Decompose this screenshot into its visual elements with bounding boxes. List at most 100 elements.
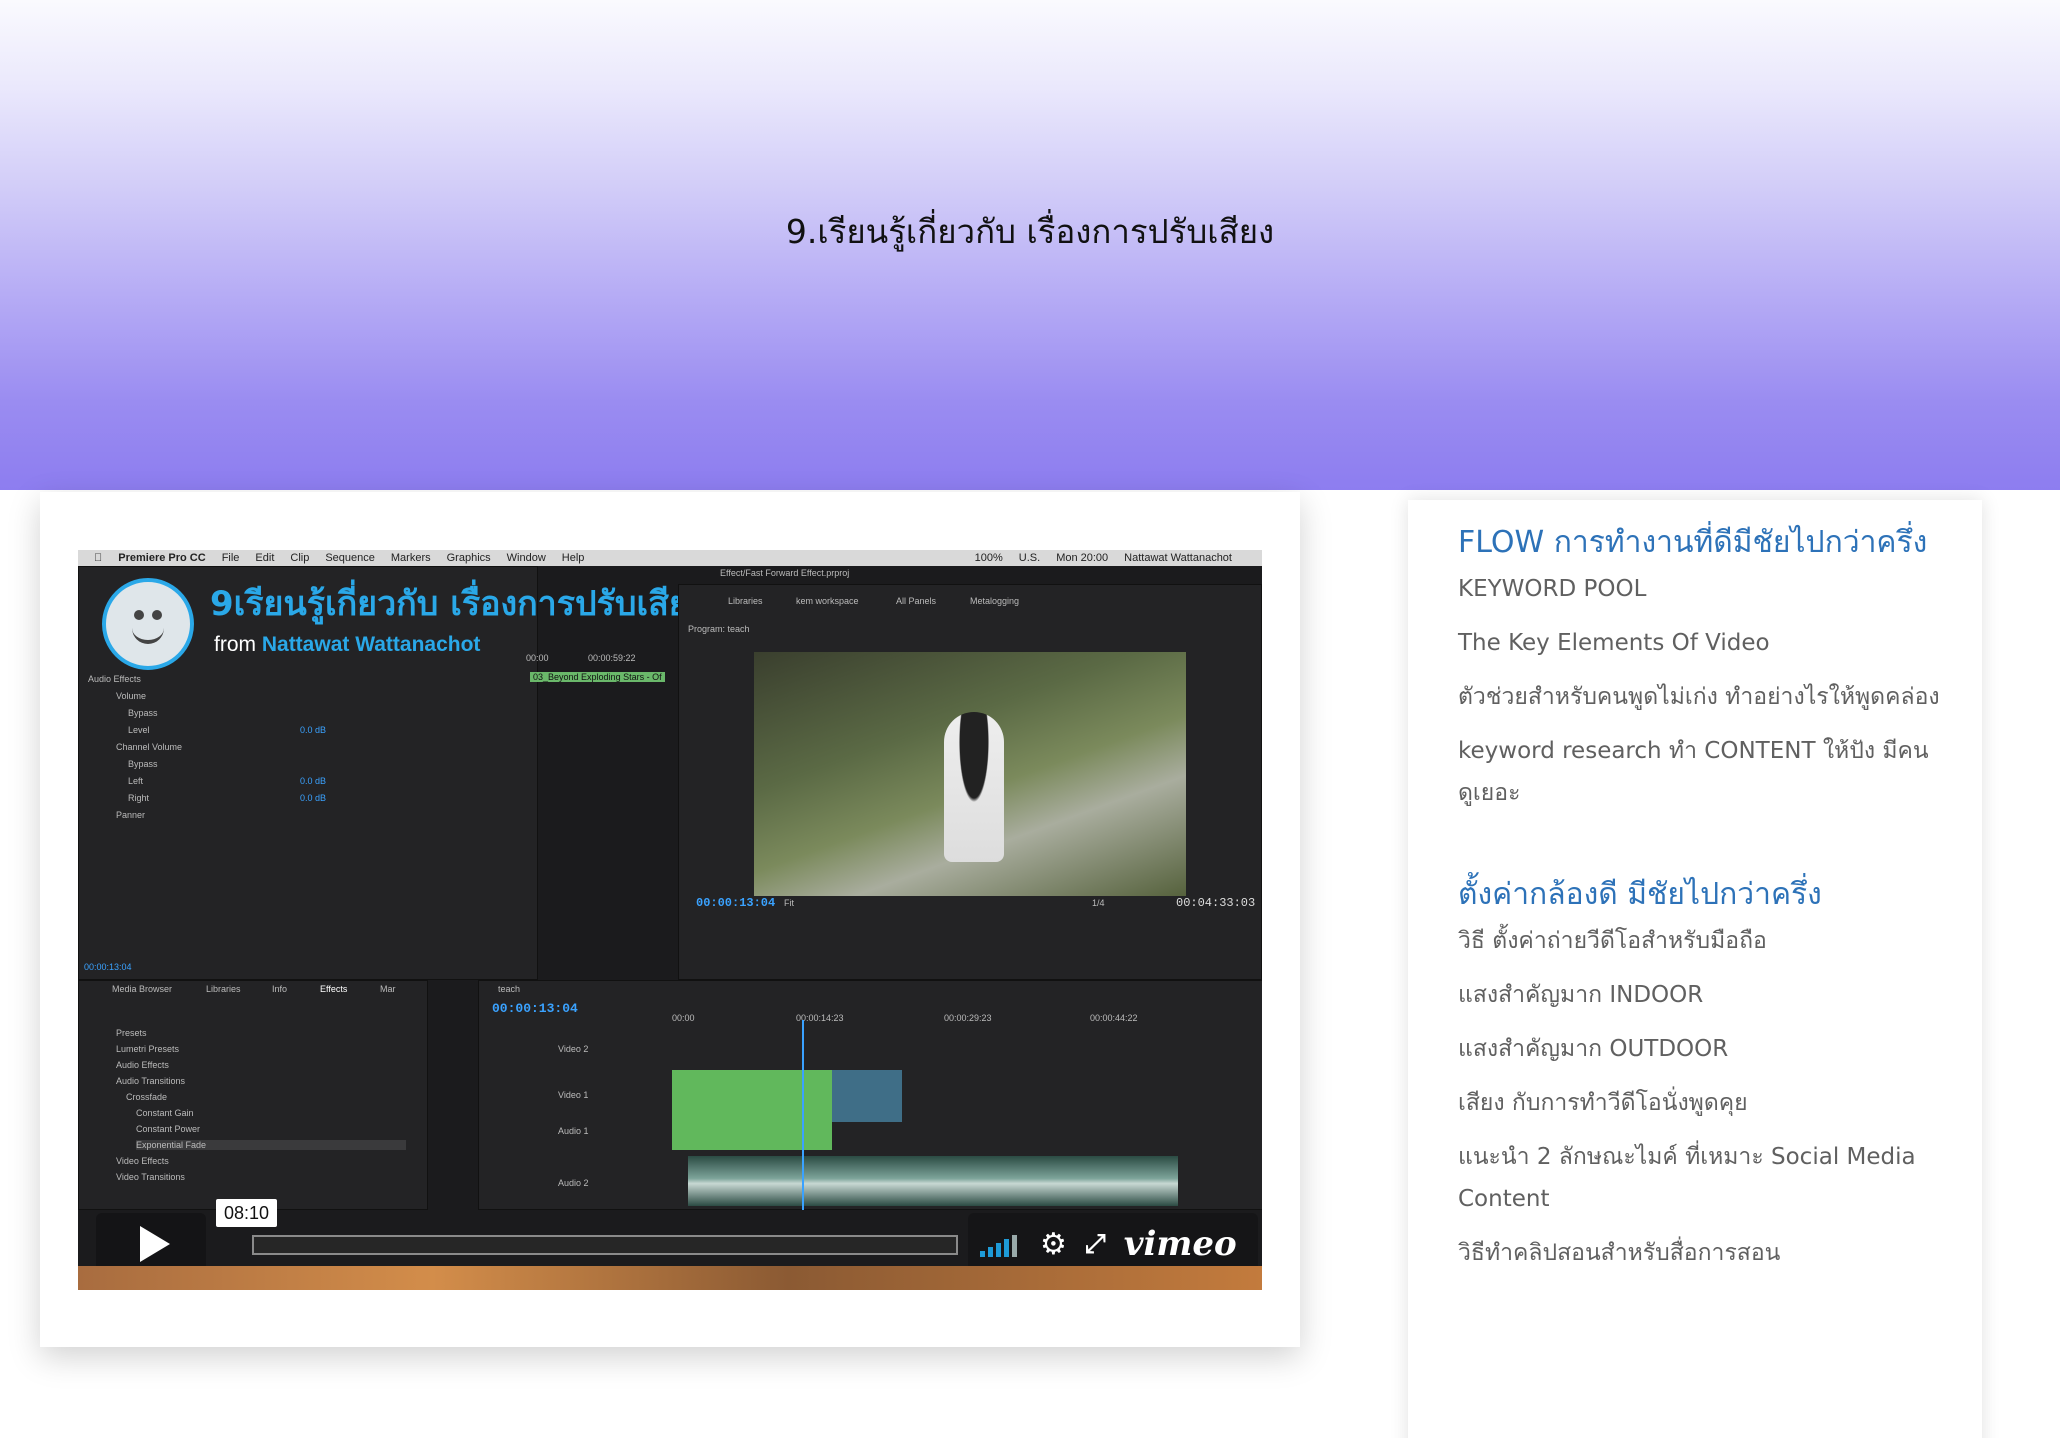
audio-effects-label: Audio Effects [88,674,141,684]
hero-banner: 9.เรียนรู้เกี่ยวกับ เรื่องการปรับเสียง [0,0,2060,490]
workspace-tab-kem: kem workspace [796,596,859,606]
tree-constant-gain: Constant Gain [136,1108,194,1118]
mac-dock [78,1266,1262,1290]
menu-window: Window [498,552,546,564]
list-item[interactable]: วิธีทำคลิปสอนสำหรับสื่อการสอน [1458,1232,1942,1274]
sidebar: FLOW การทำงานที่ดีมีชัยไปกว่าครึ่ง KEYWO… [1408,500,1982,1438]
menu-app-name: Premiere Pro CC [110,552,205,564]
tree-crossfade: Crossfade [126,1092,168,1102]
right-label: Right [128,793,150,803]
tree-presets: Presets [116,1028,147,1038]
fit-dropdown: Fit [784,898,794,908]
video-card:  Premiere Pro CC File Edit Clip Sequenc… [40,492,1300,1347]
volume-icon[interactable] [980,1231,1020,1257]
section-heading-camera[interactable]: ตั้งค่ากล้องดี มีชัยไปกว่าครึ่ง [1458,874,1942,916]
program-label: Program: teach [688,624,750,634]
program-video-frame [754,652,1186,896]
tree-lumetri: Lumetri Presets [116,1044,180,1054]
vimeo-logo[interactable]: vimeo [1124,1224,1237,1264]
tab-libraries: Libraries [206,984,241,994]
workspace-tab-libraries: Libraries [728,596,763,606]
play-icon [140,1226,170,1262]
tab-info: Info [272,984,288,994]
list-item[interactable]: ตัวช่วยสำหรับคนพูดไม่เก่ง ทำอย่างไรให้พู… [1458,676,1942,718]
source-start-tc: 00:00 [526,653,549,663]
ruler-2: 00:00:29:23 [944,1013,992,1023]
section-heading-flow[interactable]: FLOW การทำงานที่ดีมีชัยไปกว่าครึ่ง [1458,522,1942,564]
menu-edit: Edit [247,552,274,564]
video-overlay-title: 9เรียนรู้เกี่ยวกับ เรื่องการปรับเสียง [210,584,706,624]
tab-media-browser: Media Browser [112,984,173,994]
menu-graphics: Graphics [438,552,491,564]
clip-label: 03_Beyond Exploding Stars - Of [530,672,665,682]
bypass-label-2: Bypass [128,759,158,769]
list-item[interactable]: แสงสำคัญมาก OUTDOOR [1458,1028,1942,1070]
tab-markers: Mar [380,984,396,994]
menu-sequence: Sequence [317,552,375,564]
source-end-tc: 00:00:59:22 [588,653,636,663]
track-video-2: Video 2 [558,1044,589,1054]
channel-volume-label: Channel Volume [116,742,183,752]
left-db: 0.0 dB [300,776,327,786]
user-name: Nattawat Wattanachot [1124,552,1232,564]
duration-badge: 08:10 [216,1199,278,1227]
keyboard-layout: U.S. [1018,552,1041,564]
track-video-1: Video 1 [558,1090,589,1100]
menu-file: File [213,552,240,564]
scale-dropdown: 1/4 [1092,898,1105,908]
list-item[interactable]: วิธี ตั้งค่าถ่ายวีดีโอสำหรับมือถือ [1458,920,1942,962]
workspace-tab-metalogging: Metalogging [970,596,1020,606]
tree-video-transitions: Video Transitions [116,1172,185,1182]
menu-markers: Markers [382,552,431,564]
ruler-0: 00:00 [672,1013,695,1023]
video-clip-2[interactable] [832,1070,902,1122]
program-timecode: 00:00:13:04 [696,896,776,910]
ruler-3: 00:00:44:22 [1090,1013,1138,1023]
tree-audio-transitions: Audio Transitions [116,1076,186,1086]
fullscreen-icon[interactable]: ⤢ [1085,1229,1106,1260]
video-byline: from Nattawat Wattanachot [214,633,480,657]
apple-icon:  [94,552,102,564]
timeline-tab: teach [498,984,521,994]
volume-label: Volume [116,691,147,701]
mac-menu-bar:  Premiere Pro CC File Edit Clip Sequenc… [78,550,1262,566]
list-item[interactable]: keyword research ทำ CONTENT ให้ปัง มีคนด… [1458,730,1942,814]
progress-bar[interactable] [252,1235,958,1255]
panner-label: Panner [116,810,146,820]
list-item[interactable]: แนะนำ 2 ลักษณะไมค์ ที่เหมาะ Social Media… [1458,1136,1942,1220]
page-title: 9.เรียนรู้เกี่ยวกับ เรื่องการปรับเสียง [785,212,1275,251]
tree-constant-power: Constant Power [136,1124,201,1134]
menu-help: Help [553,552,585,564]
playhead[interactable] [802,1020,804,1210]
level-db: 0.0 dB [300,725,327,735]
list-item[interactable]: KEYWORD POOL [1458,568,1942,610]
level-label: Level [128,725,150,735]
avatar [102,578,194,670]
audio-clip-1[interactable] [672,1122,832,1150]
bypass-label: Bypass [128,708,158,718]
workspace-tab-all-panels: All Panels [896,596,937,606]
left-timecode: 00:00:13:04 [84,962,132,972]
from-label: from [214,633,256,656]
tab-effects: Effects [320,984,348,994]
program-duration: 00:04:33:03 [1176,896,1256,910]
effect-file-label: Effect/Fast Forward Effect.prproj [720,568,850,578]
tree-exponential-fade: Exponential Fade [136,1140,406,1150]
list-item[interactable]: The Key Elements Of Video [1458,622,1942,664]
timeline-timecode: 00:00:13:04 [492,1001,578,1016]
author-link[interactable]: Nattawat Wattanachot [262,633,481,656]
audio-clip-2[interactable] [688,1156,1178,1206]
gear-icon[interactable]: ⚙ [1040,1227,1067,1262]
list-item[interactable]: เสียง กับการทำวีดีโอนั่งพูดคุย [1458,1082,1942,1124]
battery-status: 100% [974,552,1003,564]
tree-audio-effects: Audio Effects [116,1060,169,1070]
video-player[interactable]:  Premiere Pro CC File Edit Clip Sequenc… [78,550,1262,1290]
track-audio-2: Audio 2 [558,1178,589,1188]
video-clip-1[interactable] [672,1070,832,1122]
right-db: 0.0 dB [300,793,327,803]
tree-video-effects: Video Effects [116,1156,169,1166]
left-label: Left [128,776,144,786]
clock: Mon 20:00 [1056,552,1109,564]
menu-clip: Clip [282,552,309,564]
list-item[interactable]: แสงสำคัญมาก INDOOR [1458,974,1942,1016]
